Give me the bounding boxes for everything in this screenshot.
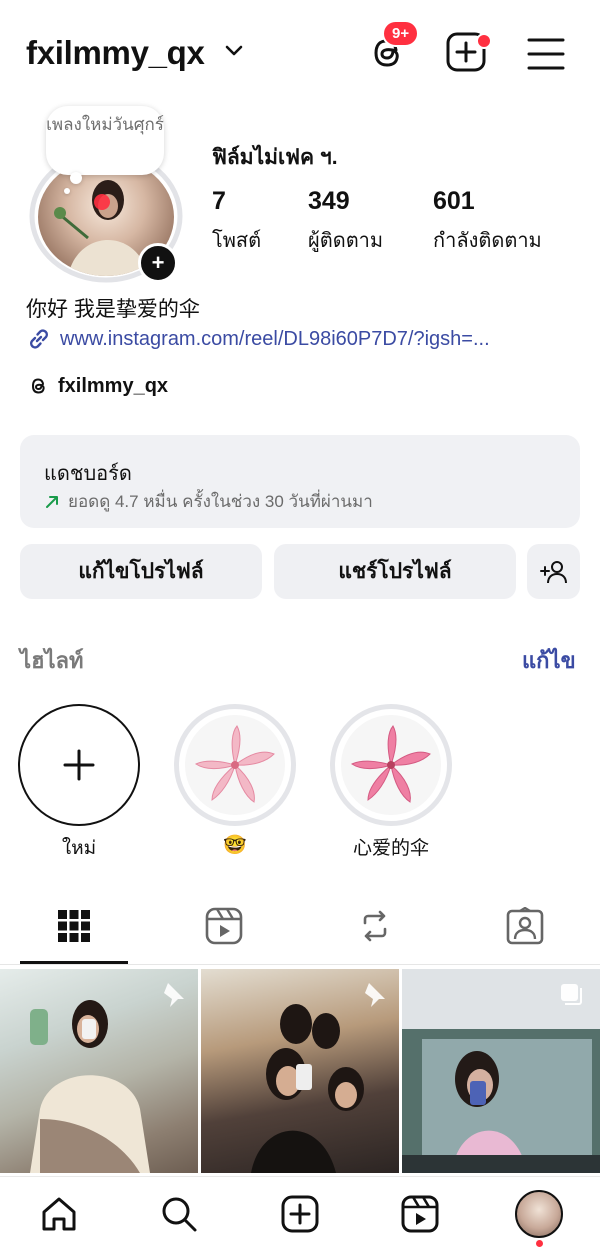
- highlights-title: ไฮไลท์: [20, 648, 84, 673]
- trend-up-icon: [44, 494, 60, 510]
- posts-label: โพสต์: [212, 230, 262, 252]
- add-square-icon: [280, 1194, 320, 1234]
- followers-label[interactable]: ผู้ติดตาม: [308, 224, 383, 256]
- highlight-label: 心爱的伞: [352, 838, 429, 859]
- pin-icon: [359, 979, 389, 1009]
- tagged-icon: [506, 907, 544, 945]
- pin-icon: [158, 979, 188, 1009]
- highlight-item[interactable]: [174, 704, 296, 826]
- reels-icon: [205, 907, 243, 945]
- bio-link-text[interactable]: www.instagram.com/reel/DL98i60P7D7/?igsh…: [60, 328, 578, 351]
- bio-text: 你好 我是挚爱的伞: [26, 298, 200, 321]
- grid-post[interactable]: [0, 969, 198, 1173]
- note-bubble[interactable]: เพลงใหม่วันศุกร์: [46, 106, 164, 175]
- tab-tagged[interactable]: [505, 904, 545, 948]
- tabs-divider: [0, 964, 600, 965]
- grid-icon: [57, 909, 91, 943]
- grid-post[interactable]: [201, 969, 399, 1173]
- discover-people-button[interactable]: [527, 544, 580, 599]
- share-profile-button[interactable]: แชร์โปรไฟล์: [274, 544, 516, 599]
- highlights-edit-link[interactable]: แก้ไข: [522, 643, 576, 678]
- grid-post[interactable]: [402, 969, 600, 1173]
- search-icon: [159, 1194, 199, 1234]
- highlight-label: 🤓: [223, 835, 247, 856]
- search-button[interactable]: [157, 1192, 201, 1236]
- plus-icon: [61, 747, 97, 783]
- tab-reels[interactable]: [204, 904, 244, 948]
- note-bubble-tail: [70, 172, 82, 184]
- link-icon: [26, 326, 52, 352]
- dashboard-summary[interactable]: ยอดดู 4.7 หมื่น ครั้งในช่วง 30 วันที่ผ่า…: [44, 488, 373, 515]
- lily-flower-icon: [341, 715, 441, 815]
- note-bubble-tail: [64, 188, 70, 194]
- threads-small-icon: [26, 374, 50, 398]
- following-count[interactable]: 601: [433, 187, 475, 216]
- followers-count[interactable]: 349: [308, 187, 350, 216]
- highlight-item[interactable]: [330, 704, 452, 826]
- dashboard-title[interactable]: แดชบอร์ด: [44, 457, 132, 489]
- reels-button[interactable]: [398, 1192, 442, 1236]
- dashboard-subtitle: ยอดดู 4.7 หมื่น ครั้งในช่วง 30 วันที่ผ่า…: [68, 492, 373, 511]
- following-label[interactable]: กำลังติดตาม: [433, 224, 542, 256]
- highlight-label: ใหม่: [61, 838, 97, 859]
- home-button[interactable]: [37, 1192, 81, 1236]
- chevron-down-icon[interactable]: [224, 44, 244, 58]
- threads-profile-link[interactable]: fxilmmy_qx: [26, 374, 168, 398]
- profile-tab-dot: [536, 1240, 543, 1247]
- posts-count: 7: [212, 187, 226, 215]
- reels-nav-icon: [400, 1194, 440, 1234]
- menu-icon[interactable]: [525, 34, 567, 74]
- add-person-icon: [539, 559, 569, 585]
- tab-posts-grid[interactable]: [54, 904, 94, 948]
- multi-post-icon: [558, 981, 584, 1007]
- active-tab-indicator: [20, 961, 128, 964]
- home-icon: [39, 1194, 79, 1234]
- bio-link[interactable]: www.instagram.com/reel/DL98i60P7D7/?igsh…: [26, 326, 578, 352]
- threads-handle[interactable]: fxilmmy_qx: [58, 375, 168, 398]
- add-story-button[interactable]: +: [138, 243, 178, 283]
- reposts-icon: [357, 908, 393, 944]
- profile-tab-avatar[interactable]: [515, 1190, 563, 1238]
- display-name: ฟิล์มไม่เฟค ฯ.: [212, 146, 338, 169]
- tab-reposts[interactable]: [355, 904, 395, 948]
- create-button[interactable]: [278, 1192, 322, 1236]
- notification-badge: 9+: [382, 20, 420, 47]
- new-highlight-button[interactable]: [18, 704, 140, 826]
- profile-username[interactable]: fxilmmy_qx: [26, 34, 205, 72]
- lily-flower-icon: [185, 715, 285, 815]
- edit-profile-button[interactable]: แก้ไขโปรไฟล์: [20, 544, 262, 599]
- new-activity-dot: [476, 33, 492, 49]
